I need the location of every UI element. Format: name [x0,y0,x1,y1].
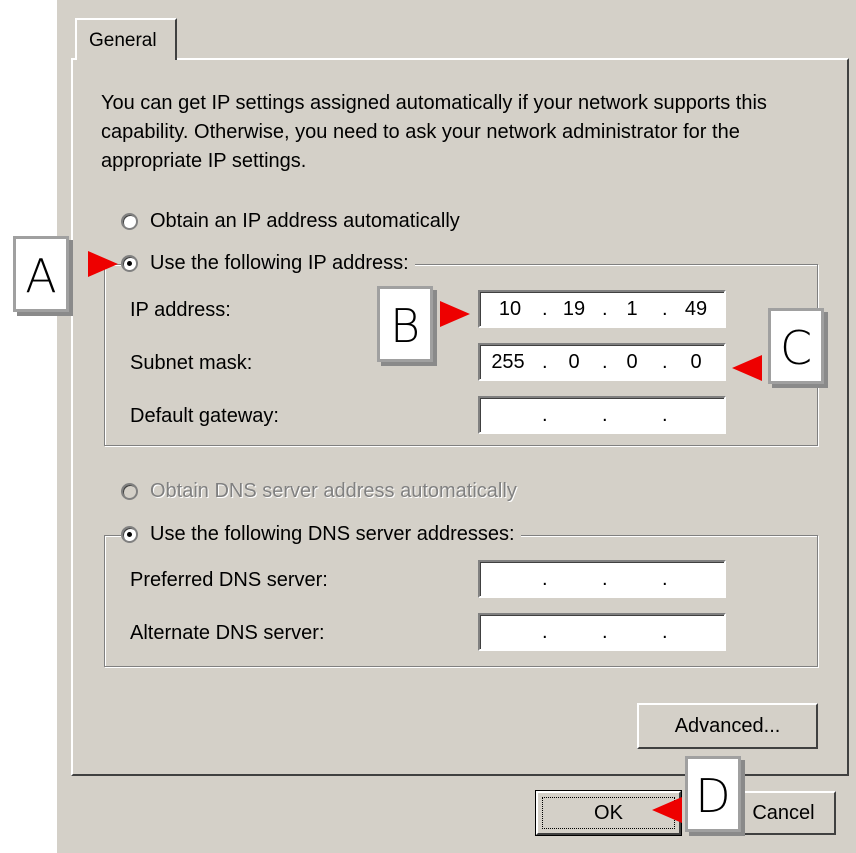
callout-a-arrow [88,251,118,277]
default-gateway-field[interactable]: . . . [478,396,726,434]
ip-dot: . [662,404,668,426]
callout-c: C [768,308,824,384]
subnet-octet-3: 0 [626,351,638,373]
callout-c-arrow [732,355,762,381]
ip-dot: . [542,404,548,426]
callout-b-arrow [440,301,470,327]
radio-obtain-ip-auto[interactable]: Obtain an IP address automatically [121,210,460,233]
ip-dot: . [602,404,608,426]
ip-address-field[interactable]: 10 . 19 . 1 . 49 [478,290,726,328]
subnet-octet-4: 0 [690,351,702,373]
advanced-button[interactable]: Advanced... [637,703,818,749]
ip-dot: . [542,568,548,590]
callout-b: B [377,286,433,362]
radio-use-following-ip-label: Use the following IP address: [150,252,409,274]
radio-button[interactable] [121,483,138,500]
tab-general-label: General [89,30,157,51]
ip-dot: . [542,298,548,320]
callout-a: A [13,236,69,312]
ip-dot: . [542,621,548,643]
ip-dot: . [602,621,608,643]
ip-octet-3: 1 [626,298,638,320]
callout-d: D [685,756,741,832]
preferred-dns-field[interactable]: . . . [478,560,726,598]
ip-dot: . [662,621,668,643]
subnet-mask-label: Subnet mask: [130,352,253,374]
ip-dot: . [602,351,608,373]
subnet-mask-field[interactable]: 255 . 0 . 0 . 0 [478,343,726,381]
radio-use-following-dns[interactable]: Use the following DNS server addresses: [121,523,521,546]
radio-obtain-ip-auto-label: Obtain an IP address automatically [150,210,460,232]
ip-dot: . [662,568,668,590]
ip-dot: . [542,351,548,373]
radio-button[interactable] [121,526,138,543]
description-text: You can get IP settings assigned automat… [101,92,767,172]
radio-obtain-dns-auto[interactable]: Obtain DNS server address automatically [121,480,517,503]
ip-dot: . [662,298,668,320]
ip-dot: . [602,568,608,590]
radio-use-following-dns-label: Use the following DNS server addresses: [150,523,515,545]
tab-general[interactable]: General [75,18,177,60]
radio-use-following-ip[interactable]: Use the following IP address: [121,252,415,275]
radio-button[interactable] [121,213,138,230]
ip-octet-4: 49 [684,298,708,320]
alternate-dns-label: Alternate DNS server: [130,622,325,644]
ip-octet-1: 10 [498,298,522,320]
subnet-octet-1: 255 [491,351,525,373]
radio-button[interactable] [121,255,138,272]
subnet-octet-2: 0 [568,351,580,373]
callout-d-arrow [652,797,682,823]
radio-obtain-dns-auto-label: Obtain DNS server address automatically [150,480,517,502]
ip-dot: . [662,351,668,373]
ip-dot: . [602,298,608,320]
alternate-dns-field[interactable]: . . . [478,613,726,651]
ip-octet-2: 19 [562,298,586,320]
preferred-dns-label: Preferred DNS server: [130,569,328,591]
ip-address-label: IP address: [130,299,231,321]
default-gateway-label: Default gateway: [130,405,279,427]
